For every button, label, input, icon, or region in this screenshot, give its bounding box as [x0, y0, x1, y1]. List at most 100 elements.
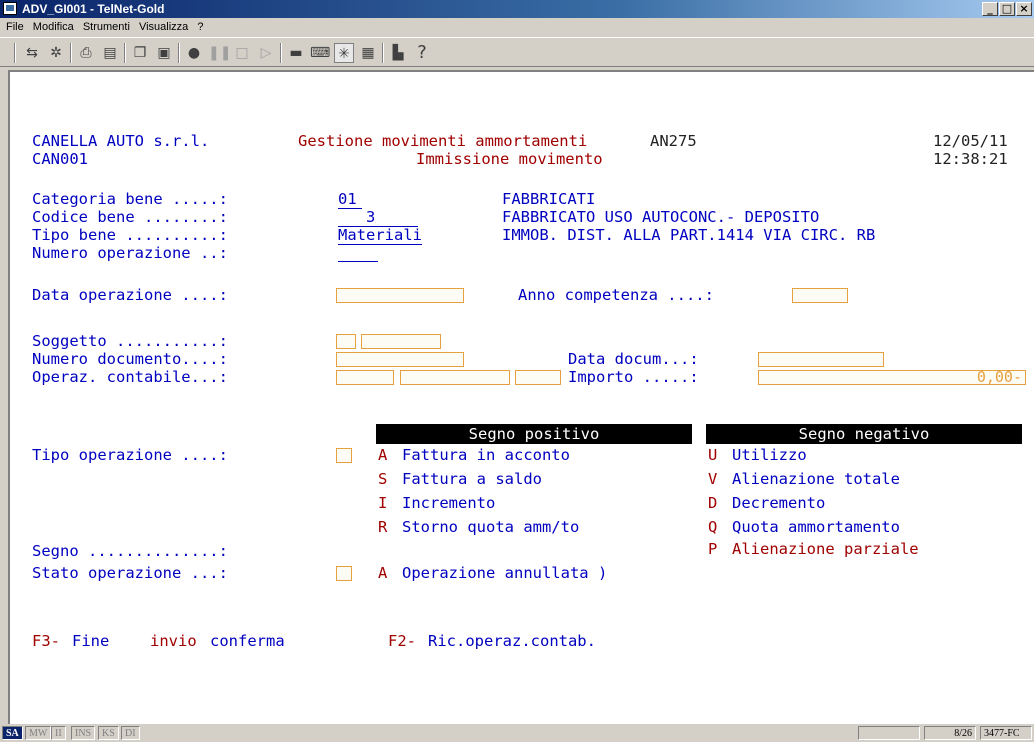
- data-operazione-field[interactable]: [336, 288, 464, 303]
- tipo-bene-label: Tipo bene ..........:: [32, 226, 228, 244]
- positive-key-s: S: [378, 470, 388, 488]
- negative-key-q: Q: [708, 518, 718, 536]
- anno-competenza-field[interactable]: [792, 288, 848, 303]
- status-indicator-mw: MW: [25, 726, 52, 740]
- hotspot-icon[interactable]: ✳: [334, 43, 354, 63]
- toolbar: ⇆ ✲ ⎙ ▤ ❐ ▣ ● ❚❚ □ ▷ ▬ ⌨ ✳ ▦ ▙ ?: [0, 37, 1034, 67]
- data-operazione-label: Data operazione ....:: [32, 286, 228, 304]
- numero-documento-field[interactable]: [336, 352, 464, 367]
- negative-key-v: V: [708, 470, 718, 488]
- status-indicator-ks: KS: [98, 726, 119, 740]
- stop-icon[interactable]: □: [232, 43, 252, 63]
- fkey-f2-label: Ric.operaz.contab.: [428, 632, 596, 650]
- properties-icon[interactable]: ▤: [100, 43, 120, 63]
- numero-operazione-field[interactable]: [338, 261, 378, 262]
- stato-operazione-field[interactable]: [336, 566, 352, 581]
- menu-modifica[interactable]: Modifica: [33, 21, 74, 33]
- help-icon[interactable]: ?: [412, 43, 432, 63]
- soggetto-label: Soggetto ...........:: [32, 332, 228, 350]
- categoria-desc: FABBRICATI: [502, 190, 596, 208]
- record-icon[interactable]: ●: [184, 43, 204, 63]
- status-bar: SA MW II INS KS DI 8/26 3477-FC: [0, 724, 1034, 742]
- session-icon[interactable]: ▙: [388, 43, 408, 63]
- stato-operazione-label: Stato operazione ...:: [32, 564, 228, 582]
- soggetto-type-field[interactable]: [336, 334, 356, 349]
- codice-desc: FABBRICATO USO AUTOCONC.- DEPOSITO: [502, 208, 820, 226]
- fkey-enter-label: conferma: [210, 632, 285, 650]
- negative-key-d: D: [708, 494, 718, 512]
- company-code: CAN001: [32, 150, 88, 168]
- soggetto-code-field[interactable]: [361, 334, 441, 349]
- operaz-contabile-field-1[interactable]: [336, 370, 394, 385]
- menu-visualizza[interactable]: Visualizza: [139, 21, 188, 33]
- tipo-bene-value: Materiali: [338, 226, 422, 245]
- positive-label-a: Fattura in acconto: [402, 446, 570, 464]
- current-date: 12/05/11: [933, 132, 1008, 150]
- positive-label-s: Fattura a saldo: [402, 470, 542, 488]
- operaz-contabile-field-3[interactable]: [515, 370, 561, 385]
- fkey-f3[interactable]: F3-: [32, 632, 60, 650]
- pause-icon[interactable]: ❚❚: [208, 43, 231, 63]
- codice-label: Codice bene ........:: [32, 208, 228, 226]
- connect-icon[interactable]: ⇆: [22, 43, 42, 63]
- categoria-value: 01: [338, 190, 362, 209]
- segno-positivo-header: Segno positivo: [376, 424, 692, 444]
- current-time: 12:38:21: [933, 150, 1008, 168]
- data-documento-field[interactable]: [758, 352, 884, 367]
- categoria-label: Categoria bene .....:: [32, 190, 228, 208]
- negative-label-u: Utilizzo: [732, 446, 807, 464]
- numero-operazione-label: Numero operazione ..:: [32, 244, 228, 262]
- print-icon[interactable]: ⎙: [76, 43, 96, 63]
- operazione-contabile-label: Operaz. contabile...:: [32, 368, 228, 386]
- tipo-operazione-field[interactable]: [336, 448, 352, 463]
- positive-label-i: Incremento: [402, 494, 496, 512]
- menu-file[interactable]: File: [6, 21, 24, 33]
- terminal-app-icon: [3, 2, 17, 15]
- play-icon[interactable]: ▷: [256, 43, 276, 63]
- operaz-contabile-field-2[interactable]: [400, 370, 510, 385]
- calculator-icon[interactable]: ▦: [358, 43, 378, 63]
- copy-icon[interactable]: ❐: [130, 43, 150, 63]
- tipo-bene-desc: IMMOB. DIST. ALLA PART.1414 VIA CIRC. RB: [502, 226, 876, 244]
- page-subtitle: Immissione movimento: [416, 150, 603, 168]
- negative-label-p: Alienazione parziale: [732, 540, 919, 558]
- segno-label: Segno ..............:: [32, 542, 228, 560]
- disconnect-icon[interactable]: ✲: [46, 43, 66, 63]
- window-titlebar[interactable]: ADV_GI001 - TelNet-Gold _ □ ×: [0, 0, 1034, 18]
- status-indicator-sa: SA: [2, 726, 23, 740]
- menu-bar: File Modifica Strumenti Visualizza ?: [0, 18, 1034, 36]
- toolbar-separator: [178, 43, 180, 63]
- status-empty-panel: [858, 726, 920, 740]
- cursor-position: 8/26: [924, 726, 976, 740]
- fkey-f2[interactable]: F2-: [388, 632, 416, 650]
- negative-label-v: Alienazione totale: [732, 470, 900, 488]
- maximize-button[interactable]: □: [999, 2, 1015, 16]
- paste-icon[interactable]: ▣: [154, 43, 174, 63]
- program-code: AN275: [650, 132, 697, 150]
- company-name: CANELLA AUTO s.r.l.: [32, 132, 210, 150]
- keyboard-map-icon[interactable]: ⌨: [310, 43, 330, 63]
- close-button[interactable]: ×: [1016, 2, 1032, 16]
- positive-key-i: I: [378, 494, 388, 512]
- menu-help[interactable]: ?: [197, 21, 203, 33]
- negative-key-p: P: [708, 540, 718, 558]
- positive-key-a: A: [378, 446, 388, 464]
- toolbar-separator: [382, 43, 384, 63]
- display-icon[interactable]: ▬: [286, 43, 306, 63]
- program-title: Gestione movimenti ammortamenti: [298, 132, 588, 150]
- terminal-screen[interactable]: CANELLA AUTO s.r.l. CAN001 Gestione movi…: [8, 70, 1034, 724]
- minimize-button[interactable]: _: [982, 2, 998, 16]
- fkey-enter[interactable]: invio: [150, 632, 197, 650]
- menu-strumenti[interactable]: Strumenti: [83, 21, 130, 33]
- importo-field[interactable]: 0,00-: [758, 368, 1026, 386]
- numero-documento-label: Numero documento....:: [32, 350, 228, 368]
- toolbar-separator: [70, 43, 72, 63]
- window-title: ADV_GI001 - TelNet-Gold: [22, 2, 165, 16]
- status-indicator-ins: INS: [71, 726, 96, 740]
- toolbar-separator: [124, 43, 126, 63]
- negative-label-d: Decremento: [732, 494, 826, 512]
- negative-label-q: Quota ammortamento: [732, 518, 900, 536]
- importo-label: Importo .....:: [568, 368, 699, 386]
- importo-value: 0,00-: [976, 368, 1022, 386]
- window-controls: _ □ ×: [981, 2, 1032, 16]
